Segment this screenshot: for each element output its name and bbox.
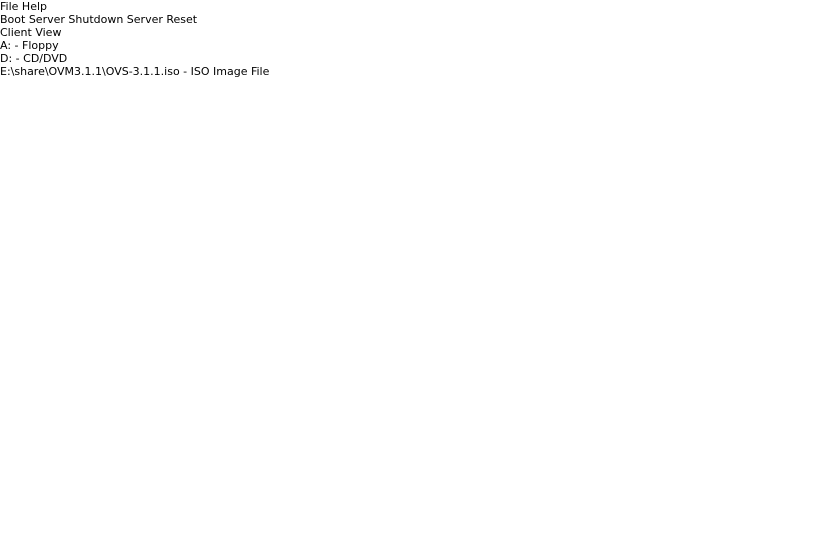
menu-help[interactable]: Help [22, 0, 47, 13]
client-row[interactable]: A: - Floppy [0, 39, 830, 52]
reset-button[interactable]: Reset [166, 13, 197, 26]
shutdown-server-button[interactable]: Shutdown Server [68, 13, 163, 26]
boot-server-button[interactable]: Boot Server [0, 13, 65, 26]
toolbar: Boot Server Shutdown Server Reset [0, 13, 830, 26]
client-view-title: Client View [0, 26, 62, 39]
client-row[interactable]: E:\share\OVM3.1.1\OVS-3.1.1.iso - ISO Im… [0, 65, 830, 78]
menu-file[interactable]: File [0, 0, 18, 13]
client-view: Client View A: - Floppy D: - CD/DVD E:\s… [0, 26, 830, 78]
menu-bar: File Help [0, 0, 830, 13]
client-row[interactable]: D: - CD/DVD [0, 52, 830, 65]
